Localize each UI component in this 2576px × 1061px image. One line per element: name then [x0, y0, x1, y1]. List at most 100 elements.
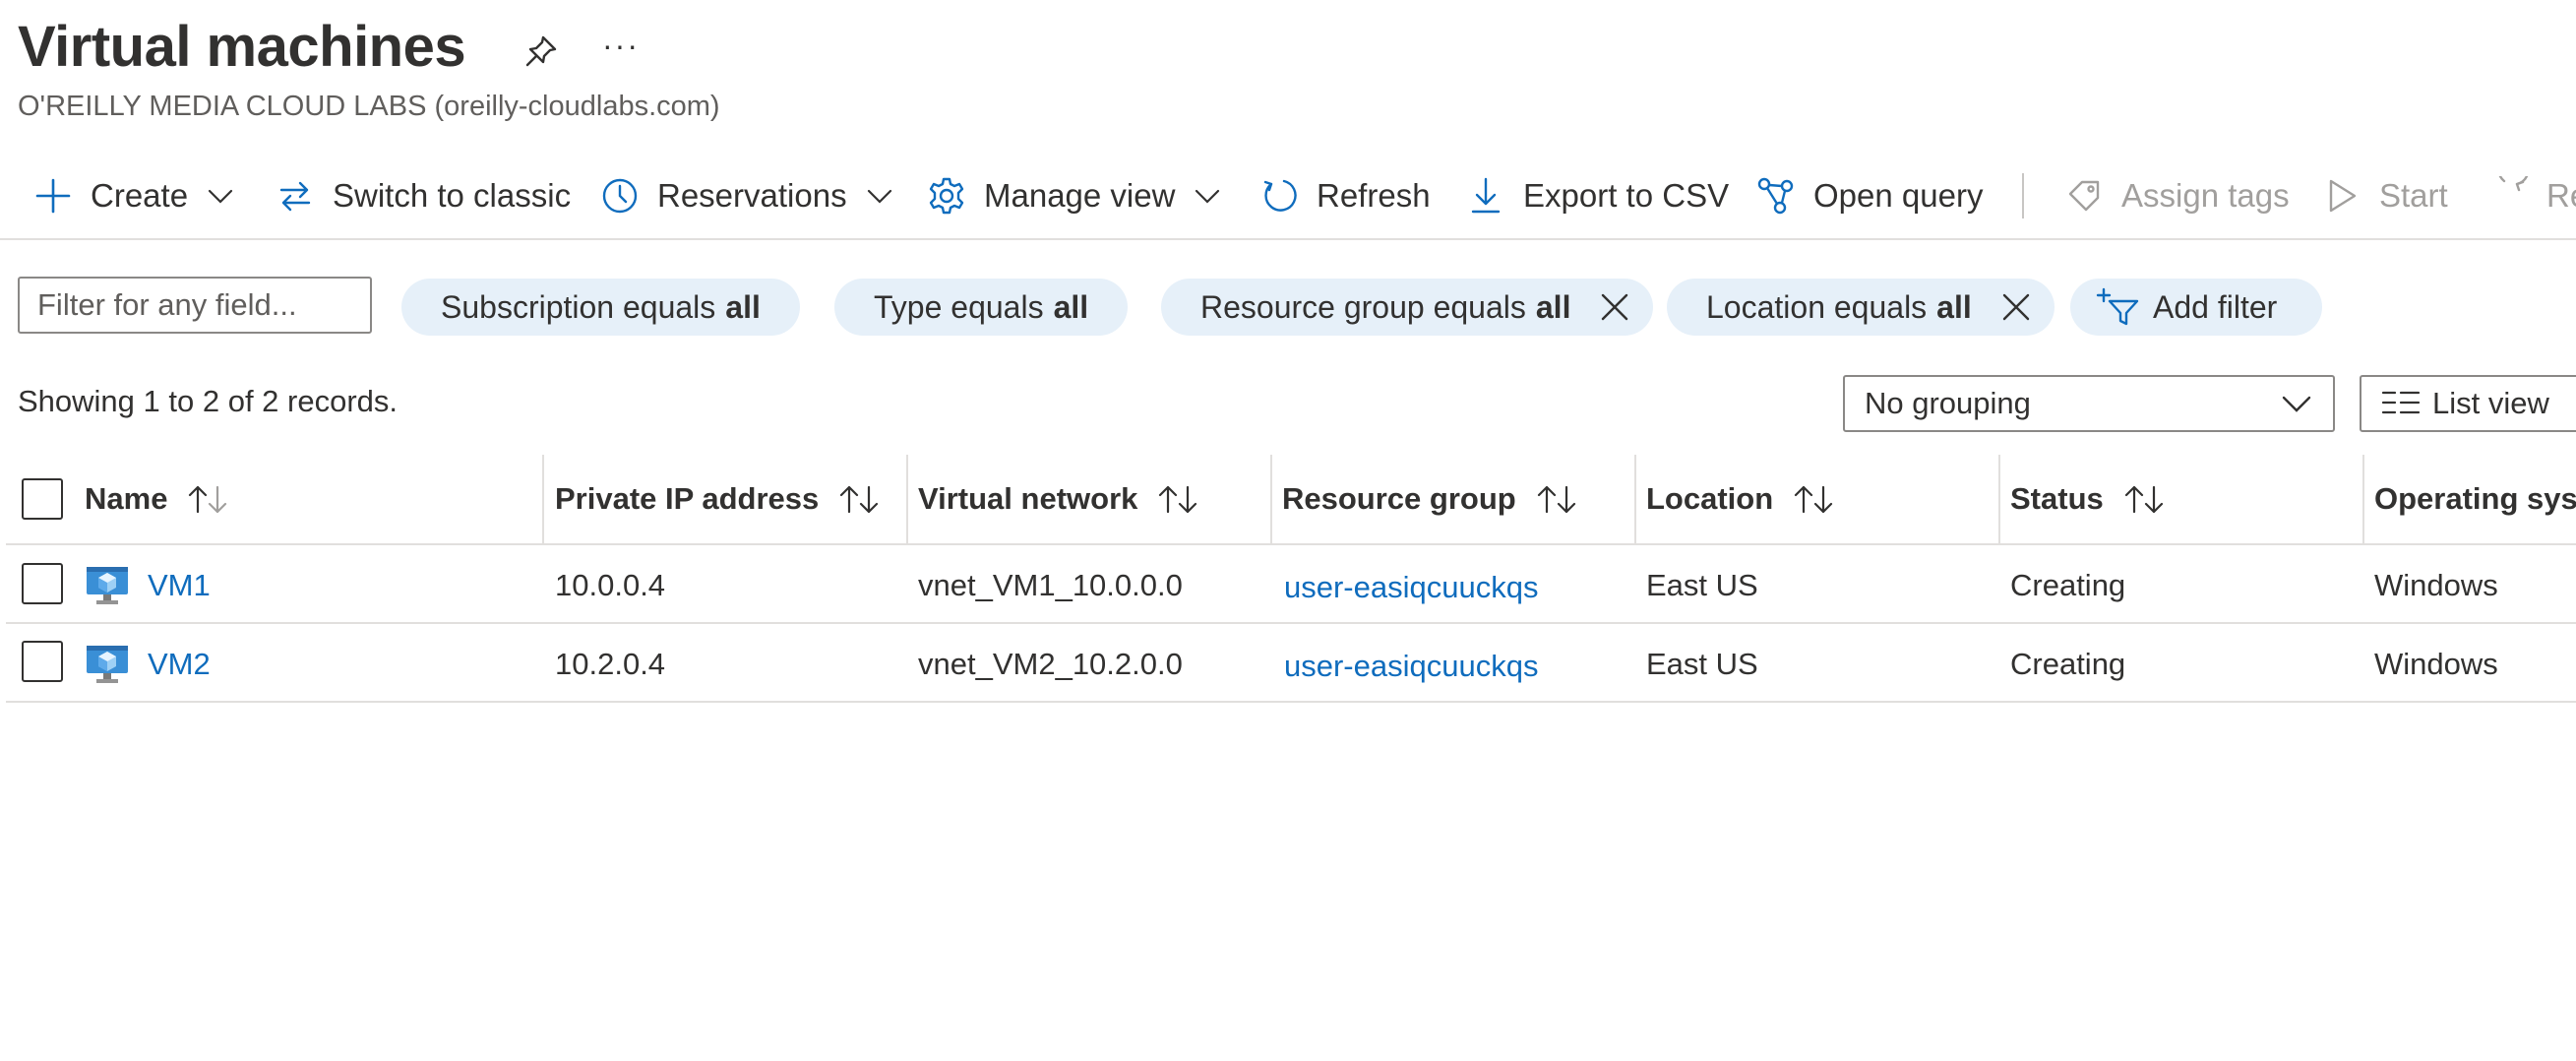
row-divider: [6, 701, 2576, 703]
refresh-label: Refresh: [1317, 177, 1431, 214]
sort-icon: [840, 485, 879, 514]
grouping-dropdown[interactable]: No grouping: [1843, 375, 2335, 432]
start-label: Start: [2379, 177, 2448, 214]
tag-icon: [2068, 180, 2100, 212]
more-options-icon[interactable]: ···: [602, 28, 640, 64]
page-subtitle: O'REILLY MEDIA CLOUD LABS (oreilly-cloud…: [18, 91, 720, 122]
switch-to-classic-label: Switch to classic: [333, 177, 572, 214]
toolbar-divider: [0, 238, 2576, 240]
resource-group-link[interactable]: user-easiqcuuckqs: [1284, 549, 1538, 626]
column-header-label: Location: [1646, 481, 1774, 516]
column-separator: [542, 455, 544, 543]
open-query-button[interactable]: Open query: [1756, 165, 1983, 226]
list-view-label: List view: [2432, 386, 2549, 420]
filter-pill-value: all: [1936, 288, 1972, 325]
manage-view-button[interactable]: Manage view: [927, 165, 1222, 226]
restart-icon: [2498, 176, 2529, 192]
open-query-label: Open query: [1813, 177, 1984, 214]
column-separator: [2362, 455, 2364, 543]
row-checkbox[interactable]: [22, 641, 63, 682]
vm-name: VM2: [148, 647, 211, 681]
vm-name-link[interactable]: VM1: [85, 547, 211, 624]
sort-icon: [1537, 485, 1575, 514]
start-button[interactable]: Start: [2322, 165, 2448, 226]
virtual-machine-icon: [87, 567, 128, 604]
gear-icon: [929, 177, 964, 215]
private-ip-cell: 10.2.0.4: [555, 647, 666, 681]
status-cell: Creating: [2010, 568, 2126, 602]
filter-pill-resource-group[interactable]: Resource group equals all: [1161, 279, 1654, 336]
reservations-button[interactable]: Reservations: [600, 165, 894, 226]
os-cell: Windows: [2374, 647, 2498, 681]
row-checkbox[interactable]: [22, 563, 63, 604]
filter-pill-value: all: [1535, 288, 1571, 325]
virtual-network-cell: vnet_VM1_10.0.0.0: [918, 568, 1183, 602]
column-header-label: Virtual network: [918, 481, 1138, 516]
switch-to-classic-button[interactable]: Switch to classic: [276, 165, 571, 226]
export-csv-label: Export to CSV: [1523, 177, 1730, 214]
toolbar-separator: [2022, 173, 2024, 218]
filter-pill-label: Subscription equals: [441, 288, 716, 325]
column-header-private-ip[interactable]: Private IP address: [555, 455, 882, 543]
filter-pill-label: Location equals: [1706, 288, 1928, 325]
download-icon: [1471, 177, 1501, 214]
reservations-label: Reservations: [657, 177, 847, 214]
column-separator: [1634, 455, 1636, 543]
refresh-icon: [1263, 179, 1297, 212]
sort-icon: [2124, 485, 2163, 514]
records-summary: Showing 1 to 2 of 2 records.: [18, 384, 399, 418]
filter-input[interactable]: [18, 277, 372, 334]
refresh-button[interactable]: Refresh: [1259, 165, 1431, 226]
create-button[interactable]: Create: [33, 165, 235, 226]
column-header-label: Name: [85, 481, 168, 516]
restart-button[interactable]: Re: [2489, 165, 2576, 226]
column-header-resource-group[interactable]: Resource group: [1282, 455, 1579, 543]
page-title: Virtual machines: [18, 15, 466, 79]
column-header-name[interactable]: Name: [85, 455, 230, 543]
status-cell: Creating: [2010, 647, 2126, 681]
pin-icon[interactable]: [521, 31, 561, 71]
virtual-network-cell: vnet_VM2_10.2.0.0: [918, 647, 1183, 681]
column-header-label: Status: [2010, 481, 2104, 516]
row-divider: [6, 543, 2576, 545]
filter-pill-location[interactable]: Location equals all: [1667, 279, 2055, 336]
column-separator: [1998, 455, 2000, 543]
filter-pill-subscription[interactable]: Subscription equals all: [401, 279, 800, 336]
filter-pill-label: Type equals: [874, 288, 1044, 325]
sort-icon: [1795, 485, 1833, 514]
add-filter-label: Add filter: [2153, 288, 2278, 325]
row-divider: [6, 622, 2576, 624]
column-separator: [1270, 455, 1272, 543]
resource-group-link[interactable]: user-easiqcuuckqs: [1284, 628, 1538, 705]
sort-up-icon: [189, 485, 227, 514]
column-header-status[interactable]: Status: [2010, 455, 2167, 543]
list-view-dropdown[interactable]: List view: [2360, 375, 2576, 432]
select-all-checkbox[interactable]: [22, 478, 63, 520]
sort-icon: [1159, 485, 1197, 514]
os-cell: Windows: [2374, 568, 2498, 602]
location-cell: East US: [1646, 647, 1758, 681]
private-ip-cell: 10.0.0.4: [555, 568, 666, 602]
play-icon: [2329, 179, 2357, 213]
filter-pill-type[interactable]: Type equals all: [834, 279, 1129, 336]
clock-icon: [602, 178, 638, 214]
add-filter-icon: [2096, 287, 2139, 326]
column-header-virtual-network[interactable]: Virtual network: [918, 455, 1200, 543]
location-cell: East US: [1646, 568, 1758, 602]
add-filter-button[interactable]: Add filter: [2070, 279, 2323, 336]
filter-pill-label: Resource group equals: [1200, 288, 1526, 325]
restart-label: Re: [2546, 177, 2576, 214]
column-header-location[interactable]: Location: [1646, 455, 1836, 543]
manage-view-label: Manage view: [984, 177, 1176, 214]
close-icon[interactable]: [1598, 290, 1631, 324]
command-bar: Create Switch to classic Reservations Ma…: [0, 165, 2576, 226]
virtual-machine-icon: [87, 646, 128, 683]
assign-tags-button[interactable]: Assign tags: [2064, 165, 2290, 226]
query-graph-icon: [1757, 177, 1794, 215]
column-header-operating-system[interactable]: Operating syst: [2374, 455, 2576, 543]
export-csv-button[interactable]: Export to CSV: [1466, 165, 1729, 226]
close-icon[interactable]: [1999, 290, 2033, 324]
chevron-down-icon: [1196, 189, 1220, 204]
vm-name-link[interactable]: VM2: [85, 626, 211, 703]
switch-arrows-icon: [279, 181, 311, 212]
